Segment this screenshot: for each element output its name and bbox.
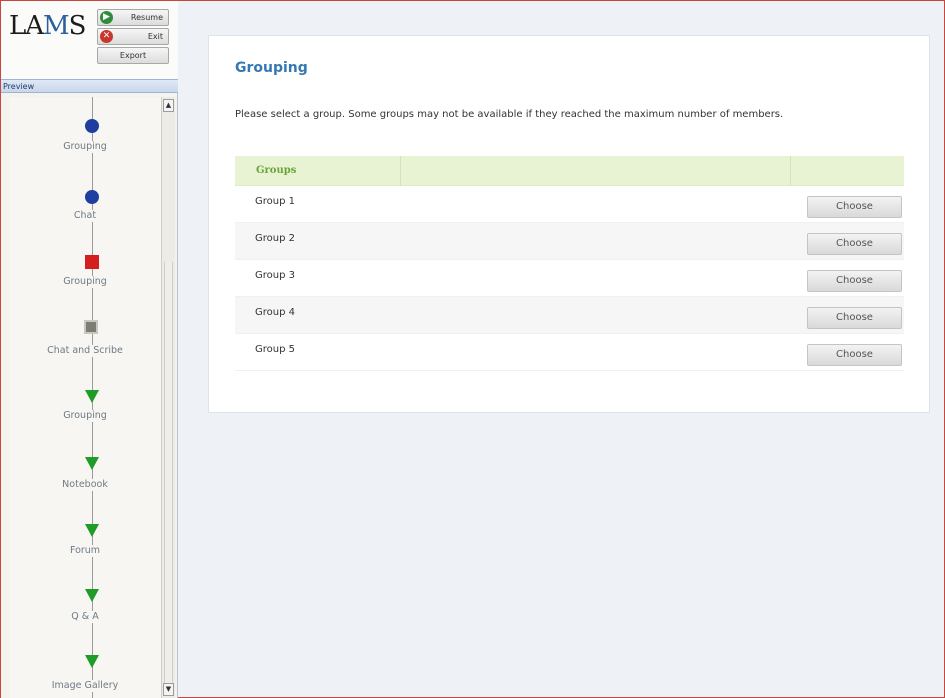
todo-triangle-icon [85,655,99,668]
sequence-item-label: Grouping [9,276,161,288]
group-name: Group 4 [255,307,295,318]
todo-triangle-icon [85,589,99,602]
gate-square-icon [84,320,98,334]
group-name: Group 3 [255,270,295,281]
scroll-down-arrow-icon[interactable]: ▼ [163,683,174,696]
choose-group-2-button[interactable]: Choose [807,233,902,255]
lams-logo: LAMS [9,11,87,41]
resume-label: Resume [130,13,163,22]
activity-sequence: Grouping Chat Grouping Chat and Scribe G… [9,97,161,698]
groups-column-header: Groups [256,165,297,176]
scroll-up-arrow-icon[interactable]: ▲ [163,99,174,112]
todo-triangle-icon [85,524,99,537]
exit-label: Exit [147,32,163,41]
group-name: Group 2 [255,233,295,244]
sequence-item-label: Chat [9,210,161,222]
choose-group-3-button[interactable]: Choose [807,270,902,292]
choose-group-1-button[interactable]: Choose [807,196,902,218]
logo-text-prefix: LA [9,11,44,41]
group-name: Group 1 [255,196,295,207]
exit-icon: ✕ [100,30,113,43]
completed-circle-icon [85,190,99,204]
table-row: Group 5 Choose [235,334,904,371]
export-button[interactable]: Export [97,47,169,64]
logo-text-m: M [43,11,70,41]
resume-icon: ▶ [100,11,113,24]
sequence-item-label: Chat and Scribe [9,345,161,357]
page-title: Grouping [235,60,308,76]
table-row: Group 1 Choose [235,186,904,223]
choose-group-4-button[interactable]: Choose [807,307,902,329]
todo-triangle-icon [85,457,99,470]
sequence-scrollbar[interactable]: ▲ ▼ [161,97,175,698]
completed-circle-icon [85,119,99,133]
choose-group-5-button[interactable]: Choose [807,344,902,366]
sequence-item-label: Q & A [9,611,161,623]
sequence-panel: LAMS ▶ Resume ✕ Exit Export Preview Grou… [1,1,178,698]
grouping-card: Grouping Please select a group. Some gro… [208,35,930,413]
resume-button[interactable]: ▶ Resume [97,9,169,26]
todo-triangle-icon [85,390,99,403]
header-divider [400,156,401,186]
sequence-item-label: Grouping [9,410,161,422]
preview-header: Preview [1,79,178,93]
table-row: Group 3 Choose [235,260,904,297]
sequence-item-label: Forum [9,545,161,557]
sequence-item-label: Grouping [9,141,161,153]
table-row: Group 4 Choose [235,297,904,334]
header-divider [790,156,791,186]
groups-table-header: Groups [235,156,904,186]
logo-area: LAMS ▶ Resume ✕ Exit Export [1,1,178,79]
group-name: Group 5 [255,344,295,355]
instructions-text: Please select a group. Some groups may n… [235,109,784,120]
table-row: Group 2 Choose [235,223,904,260]
current-square-icon [85,255,99,269]
scrollbar-thumb[interactable] [164,262,173,687]
groups-table: Groups Group 1 Choose Group 2 Choose Gro… [235,156,904,371]
logo-text-suffix: S [68,11,87,41]
exit-button[interactable]: ✕ Exit [97,28,169,45]
sequence-item-label: Image Gallery [9,680,161,692]
sequence-item-label: Notebook [9,479,161,491]
export-label: Export [119,51,147,60]
